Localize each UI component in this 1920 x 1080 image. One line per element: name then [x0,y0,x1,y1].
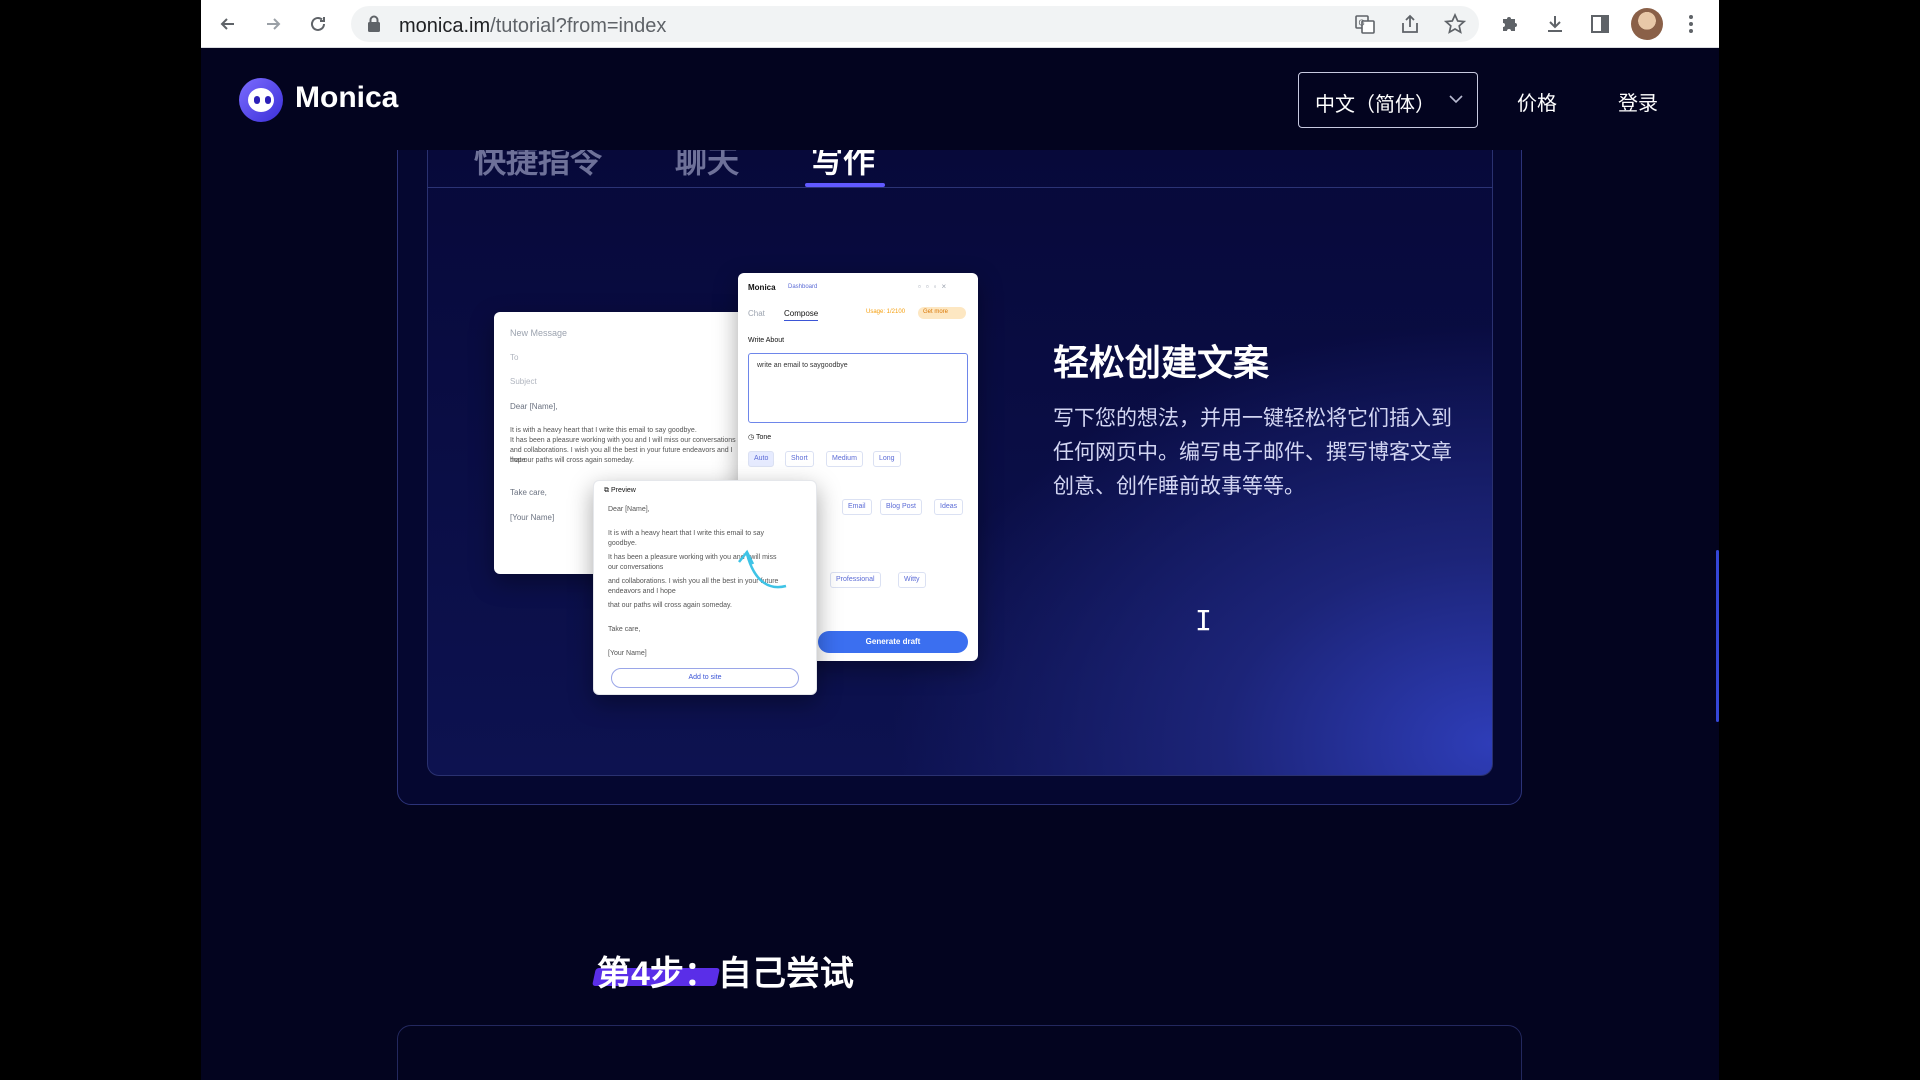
length-option: Long [873,451,901,467]
language-value: 中文（简体） [1315,94,1435,116]
generate-draft-button: Generate draft [818,631,968,653]
preview-line: our conversations [608,564,664,571]
back-icon[interactable] [214,10,242,38]
step-heading: 第4步：自己尝试 [597,946,854,995]
extensions-icon[interactable] [1496,10,1524,38]
side-panel-icon[interactable] [1586,10,1614,38]
active-tab-indicator [805,183,885,187]
panel-brand: Monica [748,283,776,292]
browser-toolbar: monica.im/tutorial?from=index G [201,0,1719,48]
more-icon[interactable] [1677,10,1705,38]
email-closing: Take care, [510,488,547,497]
try-yourself-card [397,1025,1522,1080]
email-to: To [510,353,519,362]
tone-option: Professional [830,572,881,588]
tone-label-text: Tone [755,434,772,441]
email-heading: New Message [510,328,568,338]
preview-closing: Take care, [608,626,641,633]
length-option: Short [785,451,814,467]
email-body-line: that our paths will cross again someday. [510,457,634,464]
preview-line: that our paths will cross again someday. [608,602,732,609]
tone-option: Witty [898,572,926,588]
page-scrollbar[interactable] [1716,550,1719,722]
forward-icon[interactable] [259,10,287,38]
email-body-line: It is with a heavy heart that I write th… [510,427,697,434]
length-option: Medium [826,451,863,467]
language-select[interactable]: 中文（简体） [1298,72,1478,128]
write-about-box: write an email to saygoodbye [748,353,968,423]
url-text: monica.im/tutorial?from=index [399,15,667,37]
email-sign: [Your Name] [510,513,555,522]
preview-line: It is with a heavy heart that I write th… [608,530,765,537]
format-option: Ideas [934,499,964,515]
format-option: Blog Post [880,499,922,515]
curved-arrow-icon [738,549,787,589]
tone-label: ◷ Tone [748,434,772,441]
preview-greeting: Dear [Name], [608,506,650,513]
translate-icon[interactable]: G [1351,10,1379,38]
reload-icon[interactable] [304,10,332,38]
preview-sign: [Your Name] [608,650,647,657]
length-option: Auto [748,451,775,467]
download-icon[interactable] [1541,10,1569,38]
tabs-divider [427,187,1493,188]
preview-label: ⧉ Preview [604,487,636,494]
feature-title: 轻松创建文案 [1053,342,1270,383]
panel-get-more: Get more [918,307,966,319]
bookmark-star-icon[interactable] [1441,10,1469,38]
email-subject: Subject [510,377,537,386]
panel-dashboard-link: Dashboard [788,284,818,290]
lock-icon[interactable] [367,15,381,38]
panel-window-controls-icon: ▫▫◦× [918,282,952,291]
profile-avatar[interactable] [1631,8,1663,40]
format-option: Email [842,499,872,515]
address-bar[interactable]: monica.im/tutorial?from=index G [351,6,1479,42]
share-icon[interactable] [1396,10,1424,38]
nav-pricing-link[interactable]: 价格 [1517,87,1557,116]
site-header: Monica 中文（简体） 价格 登录 [201,49,1719,150]
chevron-down-icon [1449,88,1463,109]
feature-description: 写下您的想法，并用一键轻松将它们插入到任何网页中。编写电子邮件、撰写博客文章创意… [1053,407,1452,498]
step-title: 自己尝试 [717,955,854,993]
email-greeting: Dear [Name], [510,402,558,411]
panel-tab-compose: Compose [784,309,819,321]
brand-name[interactable]: Monica [295,81,398,115]
preview-line: goodbye. [608,540,637,547]
svg-text:G: G [1359,19,1365,28]
write-about-label: Write About [748,337,785,344]
preview-line: endeavors and I hope [608,588,676,595]
preview-label-text: Preview [610,487,636,494]
write-about-value: write an email to saygoodbye [757,362,848,369]
nav-login-link[interactable]: 登录 [1618,87,1658,116]
step-prefix: 第4步： [597,955,718,993]
panel-tab-chat: Chat [748,309,765,318]
monica-logo-icon[interactable] [239,78,283,122]
panel-usage: Usage: 1/2100 [866,309,906,315]
browser-window: monica.im/tutorial?from=index G 快捷指令 聊天 … [201,0,1719,1080]
add-to-site-button: Add to site [611,668,799,688]
email-body-line: It has been a pleasure working with you … [510,437,736,444]
text-cursor-icon: I [1195,604,1212,637]
